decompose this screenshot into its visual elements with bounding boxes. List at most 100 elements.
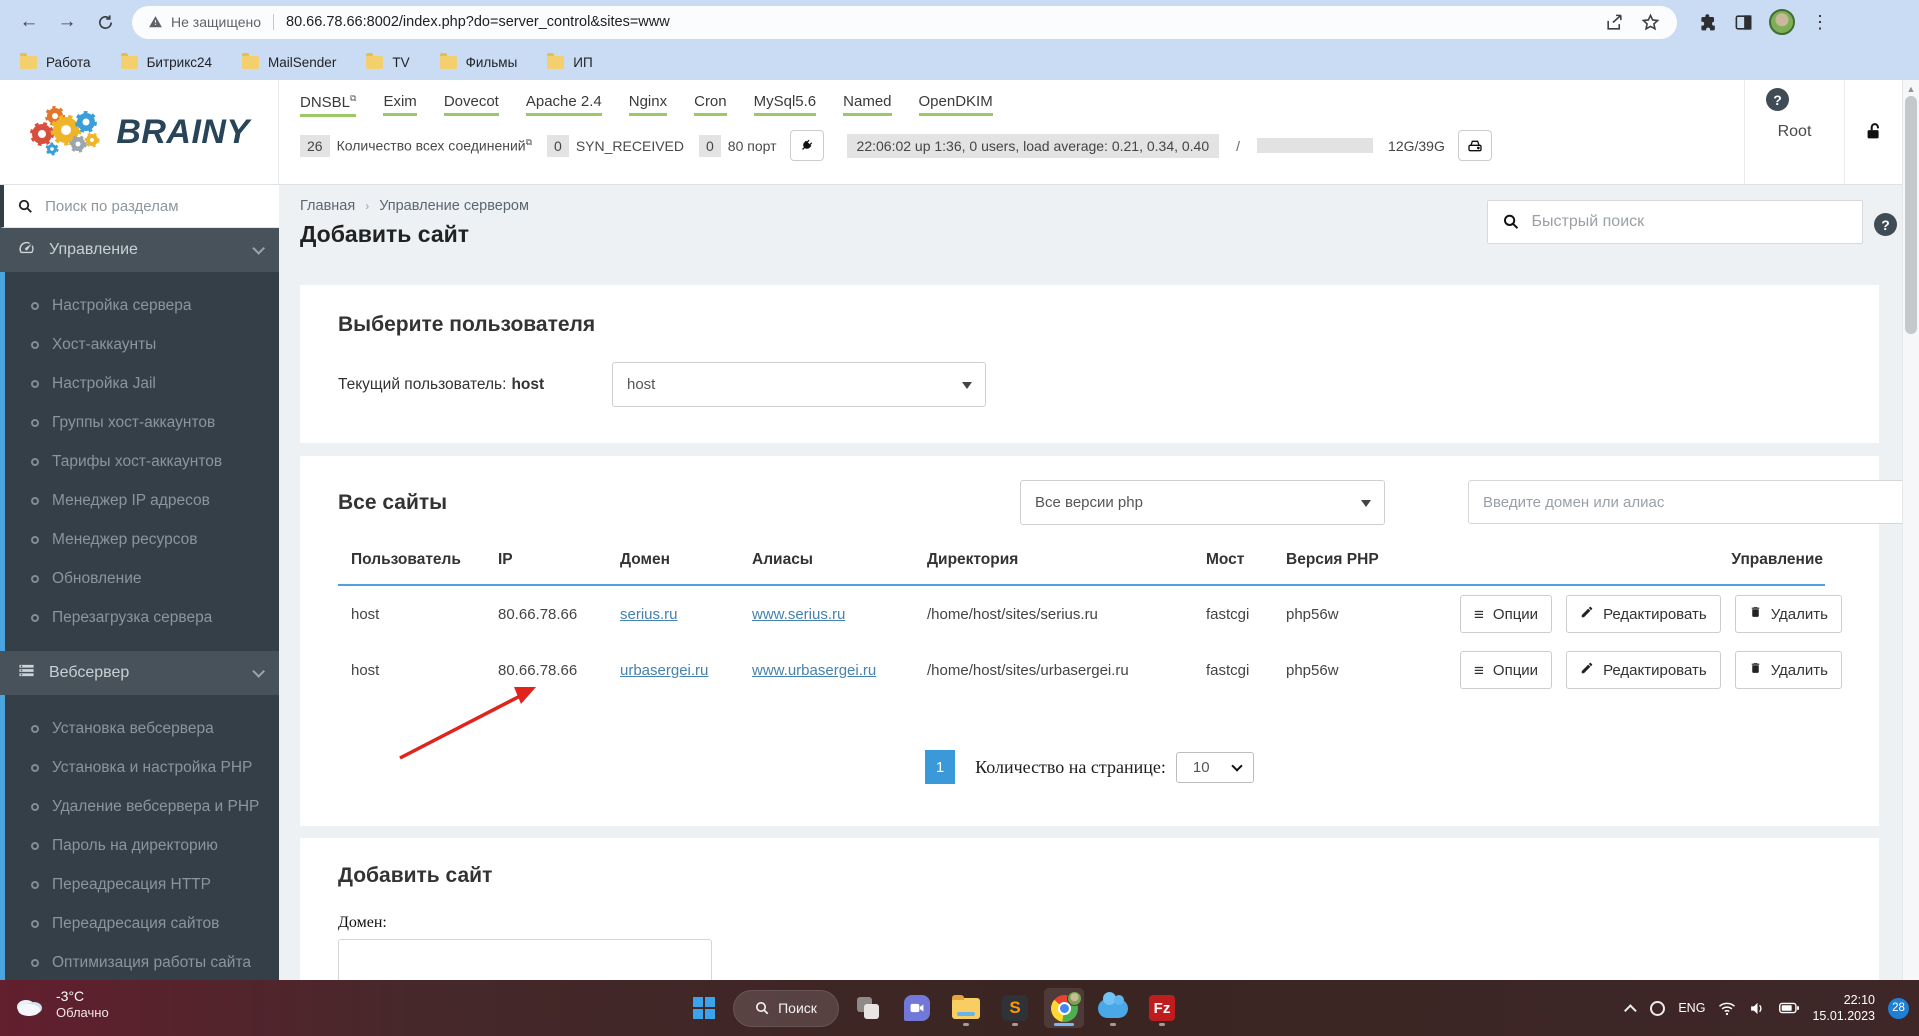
per-page-select[interactable]: 10 — [1176, 752, 1254, 783]
sidebar-item[interactable]: Группы хост-аккаунтов — [5, 403, 279, 442]
quick-search[interactable] — [1487, 200, 1863, 244]
page-number-button[interactable]: 1 — [925, 750, 955, 784]
start-button[interactable] — [684, 988, 724, 1028]
unlock-icon[interactable] — [1844, 80, 1902, 184]
hidden-icons-chevron[interactable] — [1624, 1004, 1637, 1017]
sidebar-item[interactable]: Удаление вебсервера и PHP — [5, 787, 279, 826]
volume-icon[interactable] — [1749, 1001, 1766, 1016]
extensions-icon[interactable] — [1699, 13, 1718, 32]
domain-link[interactable]: serius.ru — [620, 606, 678, 623]
php-version-select[interactable]: Все версии php — [1020, 480, 1385, 525]
edit-button[interactable]: Редактировать — [1566, 651, 1721, 689]
share-icon[interactable] — [1603, 11, 1625, 33]
scrollbar-thumb[interactable] — [1905, 96, 1917, 334]
new-domain-input[interactable] — [338, 939, 712, 980]
notification-badge[interactable]: 28 — [1888, 998, 1909, 1019]
side-panel-icon[interactable] — [1734, 13, 1753, 32]
sidebar-section-webserver[interactable]: Вебсервер — [0, 651, 279, 695]
tray-status-icon[interactable] — [1650, 1001, 1665, 1016]
alias-link[interactable]: www.serius.ru — [752, 606, 845, 623]
bookmark-folder[interactable]: Фильмы — [440, 55, 518, 70]
brainy-gears-icon — [28, 102, 108, 162]
menu-dots-icon[interactable]: ⋮ — [1811, 12, 1829, 33]
chat-button[interactable] — [897, 988, 937, 1028]
taskbar-search[interactable]: Поиск — [733, 990, 839, 1027]
file-explorer-button[interactable] — [946, 988, 986, 1028]
domain-link[interactable]: urbasergei.ru — [620, 662, 708, 679]
back-icon[interactable]: ← — [14, 7, 44, 37]
search-icon — [18, 198, 33, 215]
bookmark-folder[interactable]: Работа — [20, 55, 91, 70]
security-indicator[interactable]: Не защищено — [148, 14, 261, 30]
service-link[interactable]: Cron — [694, 93, 727, 116]
profile-avatar[interactable] — [1769, 9, 1795, 35]
service-link[interactable]: Dovecot — [444, 93, 499, 116]
user-select[interactable]: host — [612, 362, 986, 407]
page-scrollbar[interactable]: ▲ — [1902, 80, 1919, 980]
breadcrumb-home[interactable]: Главная — [300, 198, 355, 214]
options-button[interactable]: ≡Опции — [1460, 651, 1552, 689]
edit-button[interactable]: Редактировать — [1566, 595, 1721, 633]
sidebar-item[interactable]: Установка и настройка PHP — [5, 748, 279, 787]
service-link[interactable]: OpenDKIM — [919, 93, 993, 116]
header-help-icon[interactable]: ? — [1766, 88, 1789, 111]
sidebar-item[interactable]: Обновление — [5, 559, 279, 598]
language-indicator[interactable]: ENG — [1678, 1001, 1705, 1015]
sidebar-item[interactable]: Пароль на директорию — [5, 826, 279, 865]
filezilla-button[interactable]: Fz — [1142, 988, 1182, 1028]
weather-widget[interactable]: -3°C Облачно — [12, 987, 109, 1022]
reload-icon[interactable] — [90, 7, 120, 37]
task-view-button[interactable] — [848, 988, 888, 1028]
trash-icon — [1749, 605, 1762, 623]
plug-icon-button[interactable] — [790, 130, 824, 161]
bookmark-star-icon[interactable] — [1639, 11, 1661, 33]
disk-icon-button[interactable] — [1458, 130, 1492, 161]
sidebar-item[interactable]: Установка вебсервера — [5, 709, 279, 748]
quick-search-input[interactable] — [1532, 213, 1847, 231]
wifi-icon[interactable] — [1718, 1001, 1736, 1016]
sidebar-item[interactable]: Переадресация HTTP — [5, 865, 279, 904]
service-link[interactable]: Nginx — [629, 93, 667, 116]
sidebar-item[interactable]: Менеджер IP адресов — [5, 481, 279, 520]
service-link[interactable]: Apache 2.4 — [526, 93, 602, 116]
scroll-up-icon[interactable]: ▲ — [1903, 80, 1919, 94]
delete-button[interactable]: Удалить — [1735, 651, 1842, 689]
sidebar-section-management[interactable]: Управление — [0, 228, 279, 272]
battery-icon[interactable] — [1779, 1002, 1799, 1014]
page-help-icon[interactable]: ? — [1874, 213, 1897, 236]
delete-button[interactable]: Удалить — [1735, 595, 1842, 633]
sidebar-search[interactable] — [0, 185, 279, 228]
service-link[interactable]: DNSBL⧉ — [300, 93, 356, 117]
account-name[interactable]: Root — [1744, 80, 1844, 184]
search-icon — [1503, 213, 1520, 231]
bookmark-folder[interactable]: ИП — [547, 55, 592, 70]
sidebar-item[interactable]: Менеджер ресурсов — [5, 520, 279, 559]
folder-icon — [440, 56, 457, 69]
service-link[interactable]: Named — [843, 93, 891, 116]
sidebar-item[interactable]: Перезагрузка сервера — [5, 598, 279, 637]
url-text[interactable]: 80.66.78.66:8002/index.php?do=server_con… — [286, 14, 1589, 30]
sidebar-item[interactable]: Оптимизация работы сайта — [5, 943, 279, 980]
bookmark-folder[interactable]: MailSender — [242, 55, 336, 70]
connections-link[interactable]: Количество всех соединений⧉ — [337, 137, 532, 154]
sidebar-item[interactable]: Настройка Jail — [5, 364, 279, 403]
bookmark-folder[interactable]: TV — [366, 55, 409, 70]
sidebar-item[interactable]: Настройка сервера — [5, 286, 279, 325]
address-bar[interactable]: Не защищено 80.66.78.66:8002/index.php?d… — [132, 6, 1677, 39]
sidebar-item[interactable]: Хост-аккаунты — [5, 325, 279, 364]
service-link[interactable]: Exim — [383, 93, 416, 116]
sidebar-search-input[interactable] — [45, 198, 265, 215]
chrome-button[interactable] — [1044, 988, 1084, 1028]
alias-link[interactable]: www.urbasergei.ru — [752, 662, 876, 679]
domain-filter-input[interactable] — [1468, 480, 1919, 524]
options-button[interactable]: ≡Опции — [1460, 595, 1552, 633]
clock[interactable]: 22:10 15.01.2023 — [1812, 992, 1875, 1025]
bookmark-folder[interactable]: Битрикс24 — [121, 55, 212, 70]
sidebar-item[interactable]: Тарифы хост-аккаунтов — [5, 442, 279, 481]
sublime-text-button[interactable]: S — [995, 988, 1035, 1028]
cloud-app-button[interactable] — [1093, 988, 1133, 1028]
forward-icon[interactable]: → — [52, 7, 82, 37]
brainy-logo[interactable]: BRAINY — [0, 80, 279, 184]
service-link[interactable]: MySql5.6 — [754, 93, 817, 116]
sidebar-item[interactable]: Переадресация сайтов — [5, 904, 279, 943]
